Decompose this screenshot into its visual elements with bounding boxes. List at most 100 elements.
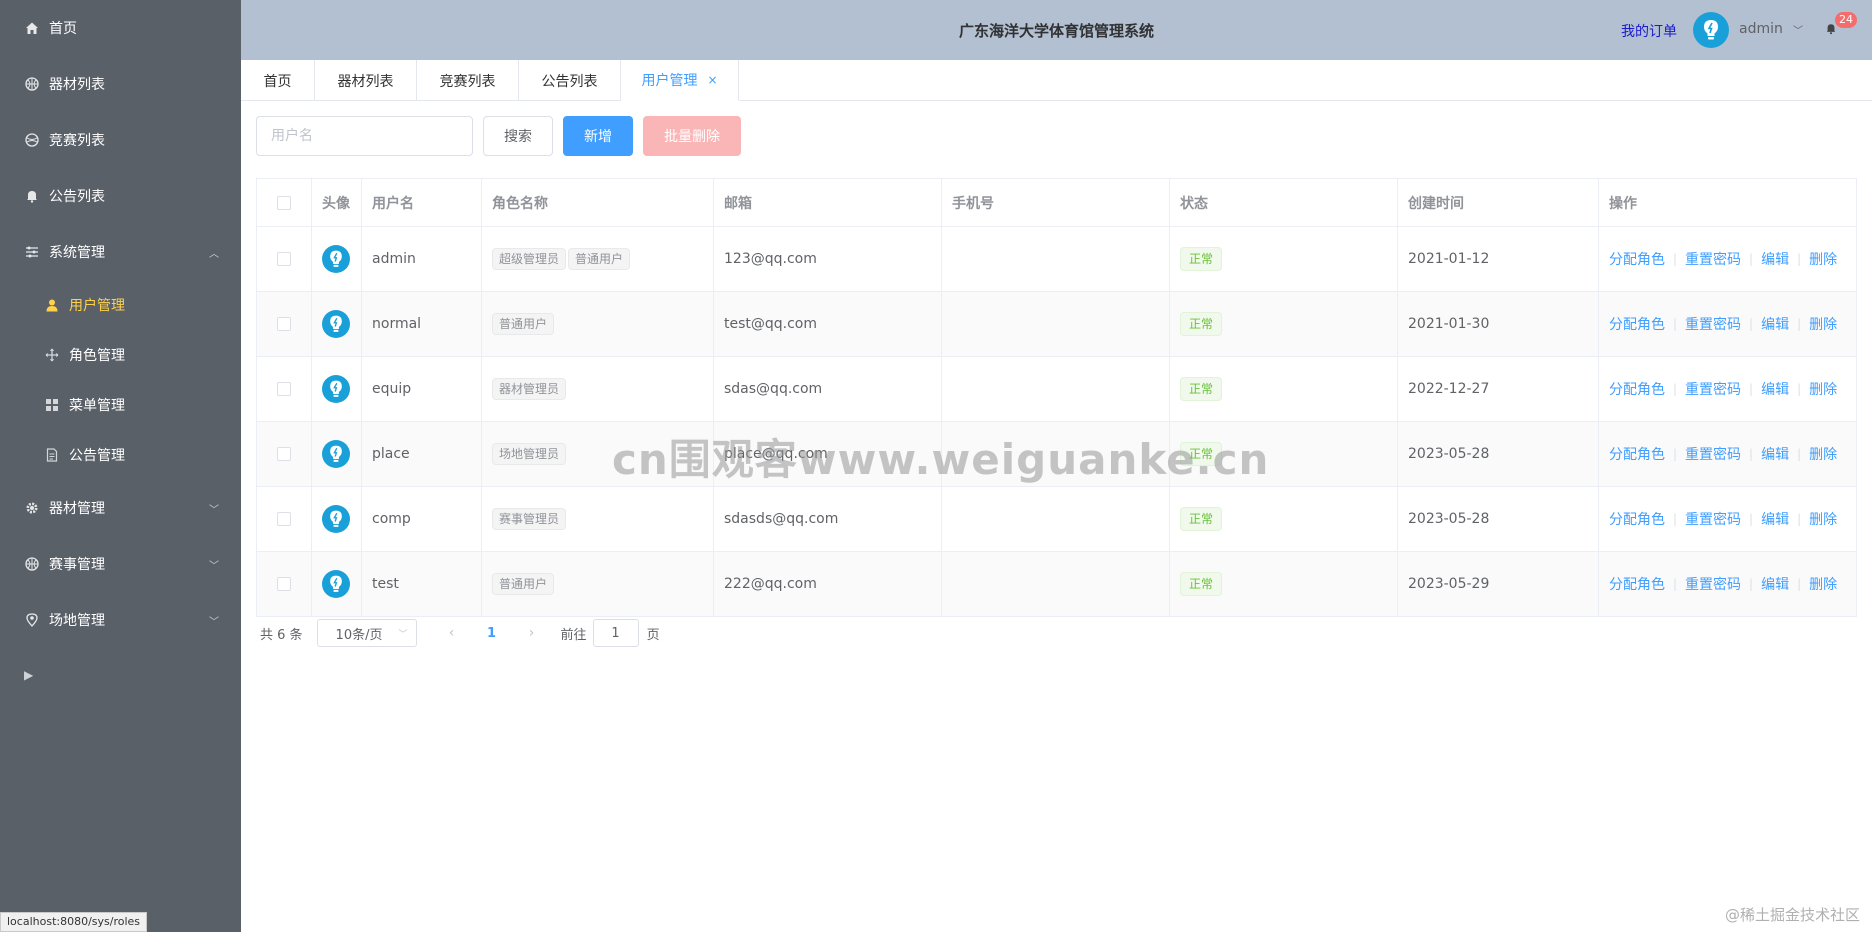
op-divider: | bbox=[1749, 382, 1754, 396]
row-checkbox[interactable] bbox=[277, 512, 291, 526]
status-cell: 正常 bbox=[1170, 487, 1398, 551]
roles-cell: 普通用户 bbox=[482, 552, 714, 616]
assign-role-button[interactable]: 分配角色 bbox=[1609, 379, 1665, 399]
checkbox-cell bbox=[257, 487, 312, 551]
edit-button[interactable]: 编辑 bbox=[1761, 444, 1789, 464]
next-page-icon[interactable]: › bbox=[517, 625, 547, 641]
email-cell: sdasds@qq.com bbox=[714, 487, 942, 551]
chevron-down-icon: ﹀ bbox=[398, 629, 408, 640]
page-size-value: 10条/页 bbox=[335, 627, 383, 643]
email-cell: sdas@qq.com bbox=[714, 357, 942, 421]
page-number[interactable]: 1 bbox=[477, 626, 507, 641]
tab-competition-list[interactable]: 竞赛列表 bbox=[417, 60, 519, 101]
row-checkbox[interactable] bbox=[277, 252, 291, 266]
bell-icon bbox=[24, 188, 40, 204]
sidebar-item-notice-management[interactable]: 公告管理 bbox=[0, 430, 241, 480]
chevron-down-icon: ﹀ bbox=[209, 504, 219, 516]
assign-role-button[interactable]: 分配角色 bbox=[1609, 249, 1665, 269]
sidebar-item-label: 器材管理 bbox=[49, 501, 105, 517]
my-orders-link[interactable]: 我的订单 bbox=[1621, 21, 1677, 41]
edit-button[interactable]: 编辑 bbox=[1761, 249, 1789, 269]
sidebar-item-user-management[interactable]: 用户管理 bbox=[0, 280, 241, 330]
document-icon bbox=[44, 447, 60, 463]
table-row: admin 超级管理员 普通用户 123@qq.com 正常 2021-01-12 分配角色… bbox=[257, 227, 1856, 292]
reset-password-button[interactable]: 重置密码 bbox=[1685, 314, 1741, 334]
sidebar-item-equipment-list[interactable]: 器材列表 bbox=[0, 56, 241, 112]
delete-button[interactable]: 删除 bbox=[1809, 444, 1837, 464]
add-button[interactable]: 新增 bbox=[563, 116, 633, 156]
location-icon bbox=[24, 612, 40, 628]
close-icon[interactable]: × bbox=[707, 73, 717, 87]
notification-badge: 24 bbox=[1835, 12, 1857, 28]
avatar-icon bbox=[322, 375, 350, 403]
delete-button[interactable]: 删除 bbox=[1809, 574, 1837, 594]
chevron-up-icon: ︿ bbox=[209, 248, 219, 260]
phone-cell bbox=[942, 552, 1170, 616]
edit-button[interactable]: 编辑 bbox=[1761, 509, 1789, 529]
tab-user-management[interactable]: 用户管理 × bbox=[621, 60, 739, 101]
column-header: 手机号 bbox=[942, 179, 1170, 226]
sidebar-item-notice-list[interactable]: 公告列表 bbox=[0, 168, 241, 224]
search-button[interactable]: 搜索 bbox=[483, 116, 553, 156]
tab-label: 器材列表 bbox=[337, 73, 394, 90]
prev-page-icon[interactable]: ‹ bbox=[437, 625, 467, 641]
collapse-sidebar-icon[interactable]: ▶ bbox=[24, 668, 33, 682]
sidebar-item-competition-list[interactable]: 竞赛列表 bbox=[0, 112, 241, 168]
delete-button[interactable]: 删除 bbox=[1809, 314, 1837, 334]
batch-delete-button[interactable]: 批量删除 bbox=[643, 116, 741, 156]
status-cell: 正常 bbox=[1170, 292, 1398, 356]
user-name-dropdown[interactable]: admin bbox=[1739, 21, 1783, 37]
reset-password-button[interactable]: 重置密码 bbox=[1685, 509, 1741, 529]
edit-button[interactable]: 编辑 bbox=[1761, 379, 1789, 399]
assign-role-button[interactable]: 分配角色 bbox=[1609, 509, 1665, 529]
op-divider: | bbox=[1749, 577, 1754, 591]
assign-role-button[interactable]: 分配角色 bbox=[1609, 444, 1665, 464]
op-divider: | bbox=[1797, 512, 1802, 526]
assign-role-button[interactable]: 分配角色 bbox=[1609, 314, 1665, 334]
column-header: 状态 bbox=[1170, 179, 1398, 226]
delete-button[interactable]: 删除 bbox=[1809, 249, 1837, 269]
reset-password-button[interactable]: 重置密码 bbox=[1685, 574, 1741, 594]
delete-button[interactable]: 删除 bbox=[1809, 379, 1837, 399]
reset-password-button[interactable]: 重置密码 bbox=[1685, 379, 1741, 399]
sidebar-item-menu-management[interactable]: 菜单管理 bbox=[0, 380, 241, 430]
reset-password-button[interactable]: 重置密码 bbox=[1685, 249, 1741, 269]
assign-role-button[interactable]: 分配角色 bbox=[1609, 574, 1665, 594]
op-divider: | bbox=[1797, 252, 1802, 266]
tab-label: 公告列表 bbox=[541, 73, 598, 90]
sidebar-item-role-management[interactable]: 角色管理 bbox=[0, 330, 241, 380]
op-divider: | bbox=[1797, 382, 1802, 396]
roles-cell: 普通用户 bbox=[482, 292, 714, 356]
page-size-select[interactable]: 10条/页 ﹀ bbox=[316, 619, 417, 647]
edit-button[interactable]: 编辑 bbox=[1761, 314, 1789, 334]
sidebar-item-equipment-management[interactable]: 器材管理 ﹀ bbox=[0, 480, 241, 536]
sidebar-item-label: 角色管理 bbox=[69, 348, 125, 364]
delete-button[interactable]: 删除 bbox=[1809, 509, 1837, 529]
row-checkbox[interactable] bbox=[277, 577, 291, 591]
avatar-icon bbox=[322, 570, 350, 598]
reset-password-button[interactable]: 重置密码 bbox=[1685, 444, 1741, 464]
select-all-checkbox[interactable] bbox=[277, 195, 291, 210]
sidebar-item-home[interactable]: 首页 bbox=[0, 0, 241, 56]
chevron-down-icon[interactable]: ﹀ bbox=[1793, 22, 1803, 37]
checkbox-cell bbox=[257, 227, 312, 291]
sidebar-item-system-management[interactable]: 系统管理 ︿ bbox=[0, 224, 241, 280]
status-badge: 正常 bbox=[1180, 312, 1223, 336]
sidebar-item-venue-management[interactable]: 场地管理 ﹀ bbox=[0, 592, 241, 648]
avatar-cell bbox=[312, 357, 362, 421]
edit-button[interactable]: 编辑 bbox=[1761, 574, 1789, 594]
row-checkbox[interactable] bbox=[277, 447, 291, 461]
row-checkbox[interactable] bbox=[277, 382, 291, 396]
notification-bell-icon[interactable] bbox=[1825, 22, 1837, 39]
sidebar-item-event-management[interactable]: 赛事管理 ﹀ bbox=[0, 536, 241, 592]
created-time-cell: 2023-05-28 bbox=[1398, 487, 1599, 551]
tab-home[interactable]: 首页 bbox=[241, 60, 315, 101]
goto-suffix: 页 bbox=[646, 627, 660, 643]
tab-notice-list[interactable]: 公告列表 bbox=[519, 60, 621, 101]
browser-status-url: localhost:8080/sys/roles bbox=[0, 912, 148, 932]
user-avatar[interactable] bbox=[1693, 12, 1729, 48]
goto-page-input[interactable] bbox=[592, 619, 639, 647]
tab-equipment-list[interactable]: 器材列表 bbox=[315, 60, 417, 101]
row-checkbox[interactable] bbox=[277, 317, 291, 331]
username-search-input[interactable] bbox=[256, 116, 473, 156]
